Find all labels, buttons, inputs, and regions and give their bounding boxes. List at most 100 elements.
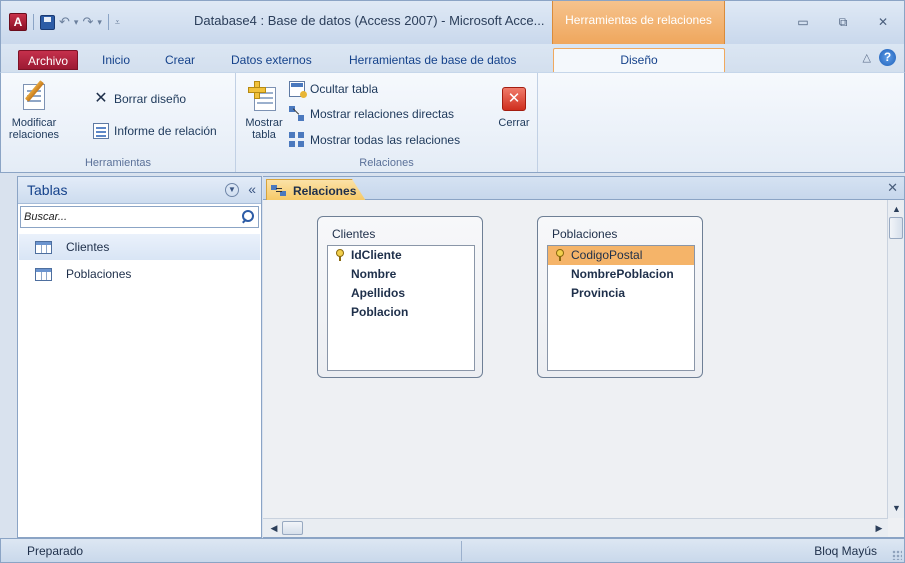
hide-table-label: Ocultar tabla: [310, 82, 379, 96]
horizontal-scroll-thumb[interactable]: [282, 521, 303, 535]
nav-item-clientes[interactable]: Clientes: [19, 234, 260, 260]
scroll-up-icon[interactable]: ▲: [889, 202, 904, 217]
vertical-scroll-thumb[interactable]: [889, 217, 903, 239]
clear-layout-label: Borrar diseño: [114, 92, 187, 106]
access-app-icon[interactable]: A: [9, 13, 27, 31]
ribbon-tabs: Archivo Inicio Crear Datos externos Herr…: [0, 44, 905, 73]
group-label-herramientas: Herramientas: [84, 157, 152, 169]
nav-item-poblaciones[interactable]: Poblaciones: [19, 261, 260, 287]
qat-separator: [107, 14, 109, 30]
tab-diseno[interactable]: Diseño: [553, 48, 725, 73]
document-tab-bar: Relaciones ✕: [263, 177, 904, 201]
field-item[interactable]: Provincia: [548, 284, 694, 303]
field-item[interactable]: NombrePoblacion: [548, 265, 694, 284]
field-label: CodigoPostal: [571, 248, 643, 262]
direct-relations-label: Mostrar relaciones directas: [310, 107, 455, 121]
nav-search-input[interactable]: [21, 207, 231, 227]
field-list: CodigoPostal NombrePoblacion Provincia: [547, 245, 695, 371]
field-label: NombrePoblacion: [571, 267, 674, 281]
group-herramientas: Modificar relaciones ✕ Borrar diseño Inf…: [1, 73, 236, 172]
clear-layout-icon: ✕: [94, 90, 108, 107]
hide-table-button[interactable]: Ocultar tabla: [289, 79, 378, 99]
direct-relations-button[interactable]: Mostrar relaciones directas: [289, 104, 454, 124]
minimize-icon[interactable]: ▭: [792, 13, 814, 31]
quick-access-toolbar: A ↶ ▾ ↷ ▾ ⩡: [9, 10, 120, 34]
field-item[interactable]: Poblacion: [328, 303, 474, 322]
field-label: Poblacion: [351, 305, 409, 319]
status-text: Preparado: [27, 544, 84, 558]
undo-dropdown-icon[interactable]: ▾: [74, 17, 79, 28]
scroll-left-icon[interactable]: ◀: [267, 521, 281, 535]
window-title: Database4 : Base de datos (Access 2007) …: [194, 13, 545, 28]
tab-archivo[interactable]: Archivo: [18, 50, 79, 70]
table-box-title[interactable]: Poblaciones: [552, 227, 617, 241]
qat-separator: [33, 14, 34, 30]
relation-report-label: Informe de relación: [114, 124, 217, 138]
show-table-label-1: Mostrar: [245, 117, 283, 129]
horizontal-scrollbar[interactable]: ◀ ▶: [263, 518, 888, 537]
relation-report-button[interactable]: Informe de relación: [93, 121, 217, 141]
tab-inicio[interactable]: Inicio: [93, 50, 139, 70]
clear-layout-button[interactable]: ✕ Borrar diseño: [93, 89, 186, 109]
table-box-title[interactable]: Clientes: [332, 227, 375, 241]
redo-dropdown-icon[interactable]: ▾: [97, 17, 102, 28]
nav-pane-header[interactable]: Tablas ▼ «: [18, 177, 261, 204]
table-box-clientes[interactable]: Clientes IdCliente Nombre Apellidos Pobl…: [317, 216, 483, 378]
redo-icon[interactable]: ↷: [82, 14, 93, 30]
field-item[interactable]: Apellidos: [328, 284, 474, 303]
help-icon[interactable]: ?: [879, 49, 896, 66]
navigation-pane: Tablas ▼ « Clientes Poblaciones: [17, 176, 262, 538]
show-table-icon: [248, 81, 280, 113]
scroll-down-icon[interactable]: ▼: [889, 501, 904, 516]
field-item-selected[interactable]: CodigoPostal: [548, 246, 694, 265]
close-relations-button[interactable]: ✕ Cerrar: [494, 77, 534, 129]
relationships-icon: [271, 184, 287, 197]
hide-table-icon: [289, 81, 307, 98]
tab-herramientas-bd[interactable]: Herramientas de base de datos: [340, 50, 525, 70]
document-area: Relaciones ✕ Clientes IdCliente Nombre A…: [263, 176, 905, 538]
nav-dropdown-icon[interactable]: ▼: [225, 183, 239, 197]
all-relations-label: Mostrar todas las relaciones: [310, 133, 461, 147]
minimize-ribbon-icon[interactable]: △: [863, 51, 871, 64]
field-label: IdCliente: [351, 248, 402, 262]
customize-qat-icon[interactable]: ⩡: [115, 17, 120, 28]
ribbon: Modificar relaciones ✕ Borrar diseño Inf…: [0, 72, 905, 173]
title-bar: A ↶ ▾ ↷ ▾ ⩡ Database4 : Base de datos (A…: [0, 0, 905, 45]
all-relations-button[interactable]: Mostrar todas las relaciones: [289, 130, 460, 150]
context-tab-group-label: Herramientas de relaciones: [565, 13, 712, 27]
nav-item-label: Poblaciones: [66, 267, 132, 281]
show-table-button[interactable]: Mostrar tabla: [242, 77, 286, 141]
close-document-icon[interactable]: ✕: [887, 180, 898, 196]
close-red-icon: ✕: [502, 87, 526, 111]
primary-key-icon: [556, 249, 564, 261]
scroll-right-icon[interactable]: ▶: [872, 521, 886, 535]
tab-datos-externos[interactable]: Datos externos: [222, 50, 321, 70]
tab-crear[interactable]: Crear: [156, 50, 204, 70]
report-icon: [93, 123, 109, 139]
status-divider: [461, 541, 462, 561]
field-label: Apellidos: [351, 286, 406, 300]
field-item[interactable]: IdCliente: [328, 246, 474, 265]
group-relaciones: Mostrar tabla Ocultar tabla Mostrar rela…: [236, 73, 538, 172]
table-box-poblaciones[interactable]: Poblaciones CodigoPostal NombrePoblacion…: [537, 216, 703, 378]
field-list: IdCliente Nombre Apellidos Poblacion: [327, 245, 475, 371]
collapse-pane-icon[interactable]: «: [248, 181, 256, 197]
relationships-canvas[interactable]: Clientes IdCliente Nombre Apellidos Pobl…: [263, 200, 883, 518]
nav-item-label: Clientes: [66, 240, 110, 254]
save-icon[interactable]: [40, 14, 55, 30]
modify-relations-button[interactable]: Modificar relaciones: [6, 77, 62, 141]
search-icon[interactable]: [241, 210, 254, 223]
close-window-icon[interactable]: ✕: [872, 13, 894, 31]
nav-search-box: [20, 206, 259, 228]
tab-relaciones[interactable]: Relaciones: [266, 179, 366, 201]
maximize-icon[interactable]: ⧉: [832, 13, 854, 31]
vertical-scrollbar[interactable]: ▲ ▼: [887, 200, 904, 518]
undo-icon[interactable]: ↶: [59, 14, 70, 30]
resize-grip-icon[interactable]: [892, 550, 902, 560]
primary-key-icon: [336, 249, 344, 261]
nav-pane-title: Tablas: [27, 182, 68, 198]
show-table-label-2: tabla: [252, 129, 276, 141]
modify-relations-label-1: Modificar: [11, 117, 57, 129]
field-item[interactable]: Nombre: [328, 265, 474, 284]
field-label: Provincia: [571, 286, 626, 300]
